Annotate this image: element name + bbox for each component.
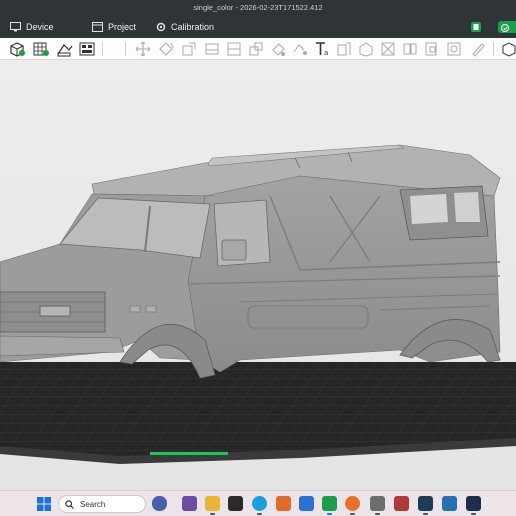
- grid-plate-icon[interactable]: [32, 40, 50, 58]
- search-icon: [65, 499, 74, 509]
- calculator-icon[interactable]: [370, 496, 385, 515]
- widgets-icon[interactable]: [152, 496, 167, 511]
- edge-icon[interactable]: [252, 496, 267, 515]
- tab-project-label: Project: [108, 22, 137, 32]
- scale-icon[interactable]: [180, 40, 198, 58]
- svg-text:a: a: [324, 49, 328, 57]
- more-tools-icon[interactable]: [499, 40, 516, 58]
- seam-paint-icon[interactable]: [291, 40, 309, 58]
- arrange-icon[interactable]: [78, 40, 96, 58]
- van-body-model[interactable]: [0, 144, 501, 379]
- tab-device-label: Device: [26, 22, 54, 32]
- toolbar-separator: [125, 42, 126, 56]
- slicer-app-icon[interactable]: [299, 496, 314, 511]
- green-app-icon[interactable]: [322, 496, 337, 515]
- search-placeholder: Search: [80, 499, 106, 509]
- support-paint-icon[interactable]: [247, 40, 265, 58]
- variable-layer-icon[interactable]: [335, 40, 353, 58]
- place-on-face-icon[interactable]: [203, 40, 221, 58]
- toolbar: a: [0, 38, 516, 60]
- slice-toggle-button[interactable]: [498, 21, 516, 33]
- slicer-window: single_color - 2026-02-23T171522.412 Dev…: [0, 0, 516, 516]
- 3d-viewport[interactable]: [0, 60, 516, 490]
- add-plate-icon[interactable]: [56, 40, 74, 58]
- firefox-icon[interactable]: [345, 496, 360, 515]
- tab-calibration[interactable]: Calibration: [156, 20, 214, 34]
- sync-icon[interactable]: [470, 21, 482, 33]
- rotate-icon[interactable]: [157, 40, 175, 58]
- calibration-icon: [156, 22, 166, 32]
- search-input[interactable]: Search: [58, 495, 146, 513]
- tab-device[interactable]: Device: [10, 20, 54, 34]
- windows-start-icon[interactable]: [37, 497, 51, 511]
- weather-icon[interactable]: [182, 496, 197, 511]
- toolbar-separator: [493, 42, 494, 56]
- taskbar: Search: [0, 490, 516, 516]
- title-bar: single_color - 2026-02-23T171522.412 Dev…: [0, 0, 516, 38]
- brim-ears-icon[interactable]: [445, 40, 463, 58]
- project-icon: [92, 22, 103, 32]
- split-objects-icon[interactable]: [401, 40, 419, 58]
- cut-icon[interactable]: [225, 40, 243, 58]
- assembly-icon[interactable]: [357, 40, 375, 58]
- split-parts-icon[interactable]: [423, 40, 441, 58]
- terminal-icon[interactable]: [228, 496, 243, 511]
- blue-app-icon[interactable]: [466, 496, 481, 515]
- photo-icon[interactable]: [418, 496, 433, 515]
- seam-icon[interactable]: [469, 40, 487, 58]
- build-plate: [0, 362, 516, 464]
- move-icon[interactable]: [134, 40, 152, 58]
- store-icon[interactable]: [442, 496, 457, 511]
- chevron-down-icon: [501, 24, 509, 32]
- file-explorer-icon[interactable]: [205, 496, 220, 515]
- measure-icon[interactable]: [379, 40, 397, 58]
- paint-icon[interactable]: [394, 496, 409, 511]
- monitor-icon: [10, 22, 21, 32]
- scene: [0, 144, 516, 464]
- tab-calibration-label: Calibration: [171, 22, 215, 32]
- window-title: single_color - 2026-02-23T171522.412: [193, 3, 323, 12]
- text-icon[interactable]: a: [313, 40, 331, 58]
- tab-project[interactable]: Project: [92, 20, 136, 34]
- toolbar-separator: [102, 42, 103, 56]
- office-icon[interactable]: [276, 496, 291, 511]
- add-object-icon[interactable]: [8, 40, 26, 58]
- color-paint-icon[interactable]: [269, 40, 287, 58]
